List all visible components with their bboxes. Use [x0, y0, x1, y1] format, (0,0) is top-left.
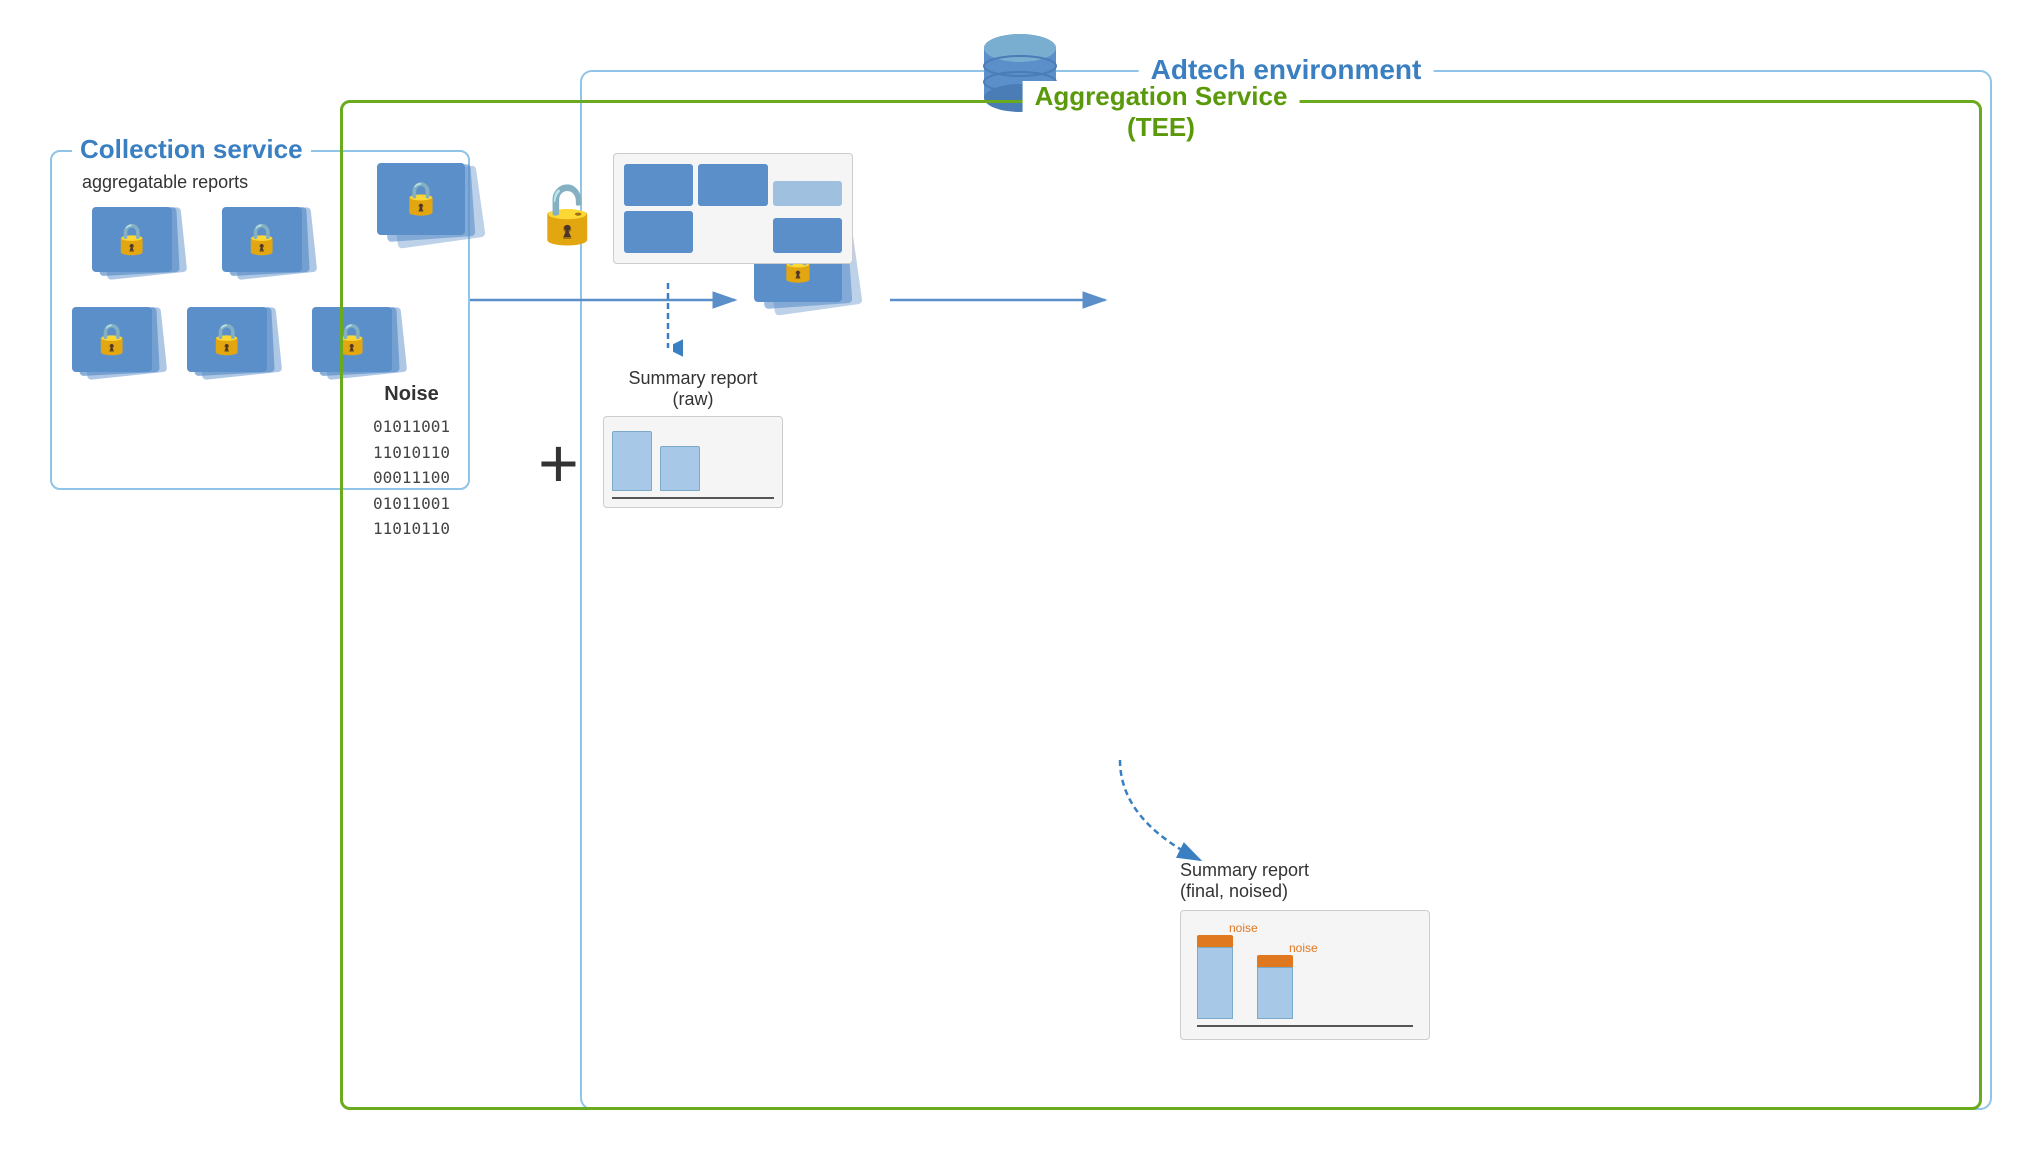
report-item-4: 🔒	[187, 307, 287, 392]
collection-label: Collection service	[72, 134, 311, 165]
tee-input-reports: 🔒	[373, 163, 503, 278]
report-item-2: 🔒	[222, 207, 322, 292]
summary-final-container: Summary report (final, noised) noise noi…	[1180, 860, 1430, 1040]
tee-arrow-down	[653, 283, 683, 363]
aggregation-tee-box: Aggregation Service (TEE) 🔒 🔓	[340, 100, 1982, 1110]
summary-raw-sublabel: (raw)	[673, 389, 714, 409]
unlock-icon: 🔓	[533, 183, 601, 248]
svg-text:🔒: 🔒	[113, 223, 150, 256]
noise-binary: 01011001 11010110 00011100 01011001 1101…	[373, 414, 450, 542]
noise-label-2: noise	[1289, 941, 1318, 955]
summary-raw-container: Summary report (raw)	[603, 368, 783, 508]
decoded-report-grid	[613, 153, 853, 264]
summary-raw-label: Summary report	[628, 368, 757, 388]
report-item-3: 🔒	[72, 307, 172, 392]
aggregation-label: Aggregation Service (TEE)	[1023, 81, 1300, 143]
summary-final-sublabel: (final, noised)	[1180, 881, 1288, 901]
collection-sublabel: aggregatable reports	[82, 172, 248, 193]
noise-label-1: noise	[1229, 921, 1258, 935]
svg-text:🔒: 🔒	[401, 180, 441, 216]
diagram-container: Adtech environment Collection service ag…	[20, 20, 2012, 1140]
svg-text:🔒: 🔒	[93, 323, 130, 356]
noise-label: Noise	[373, 383, 450, 406]
summary-final-label: Summary report	[1180, 860, 1309, 880]
report-item-1: 🔒	[92, 207, 192, 292]
svg-text:🔒: 🔒	[243, 223, 280, 256]
noise-section: Noise 01011001 11010110 00011100 0101100…	[373, 383, 450, 542]
svg-text:🔒: 🔒	[208, 323, 245, 356]
plus-sign: +	[538, 423, 579, 503]
